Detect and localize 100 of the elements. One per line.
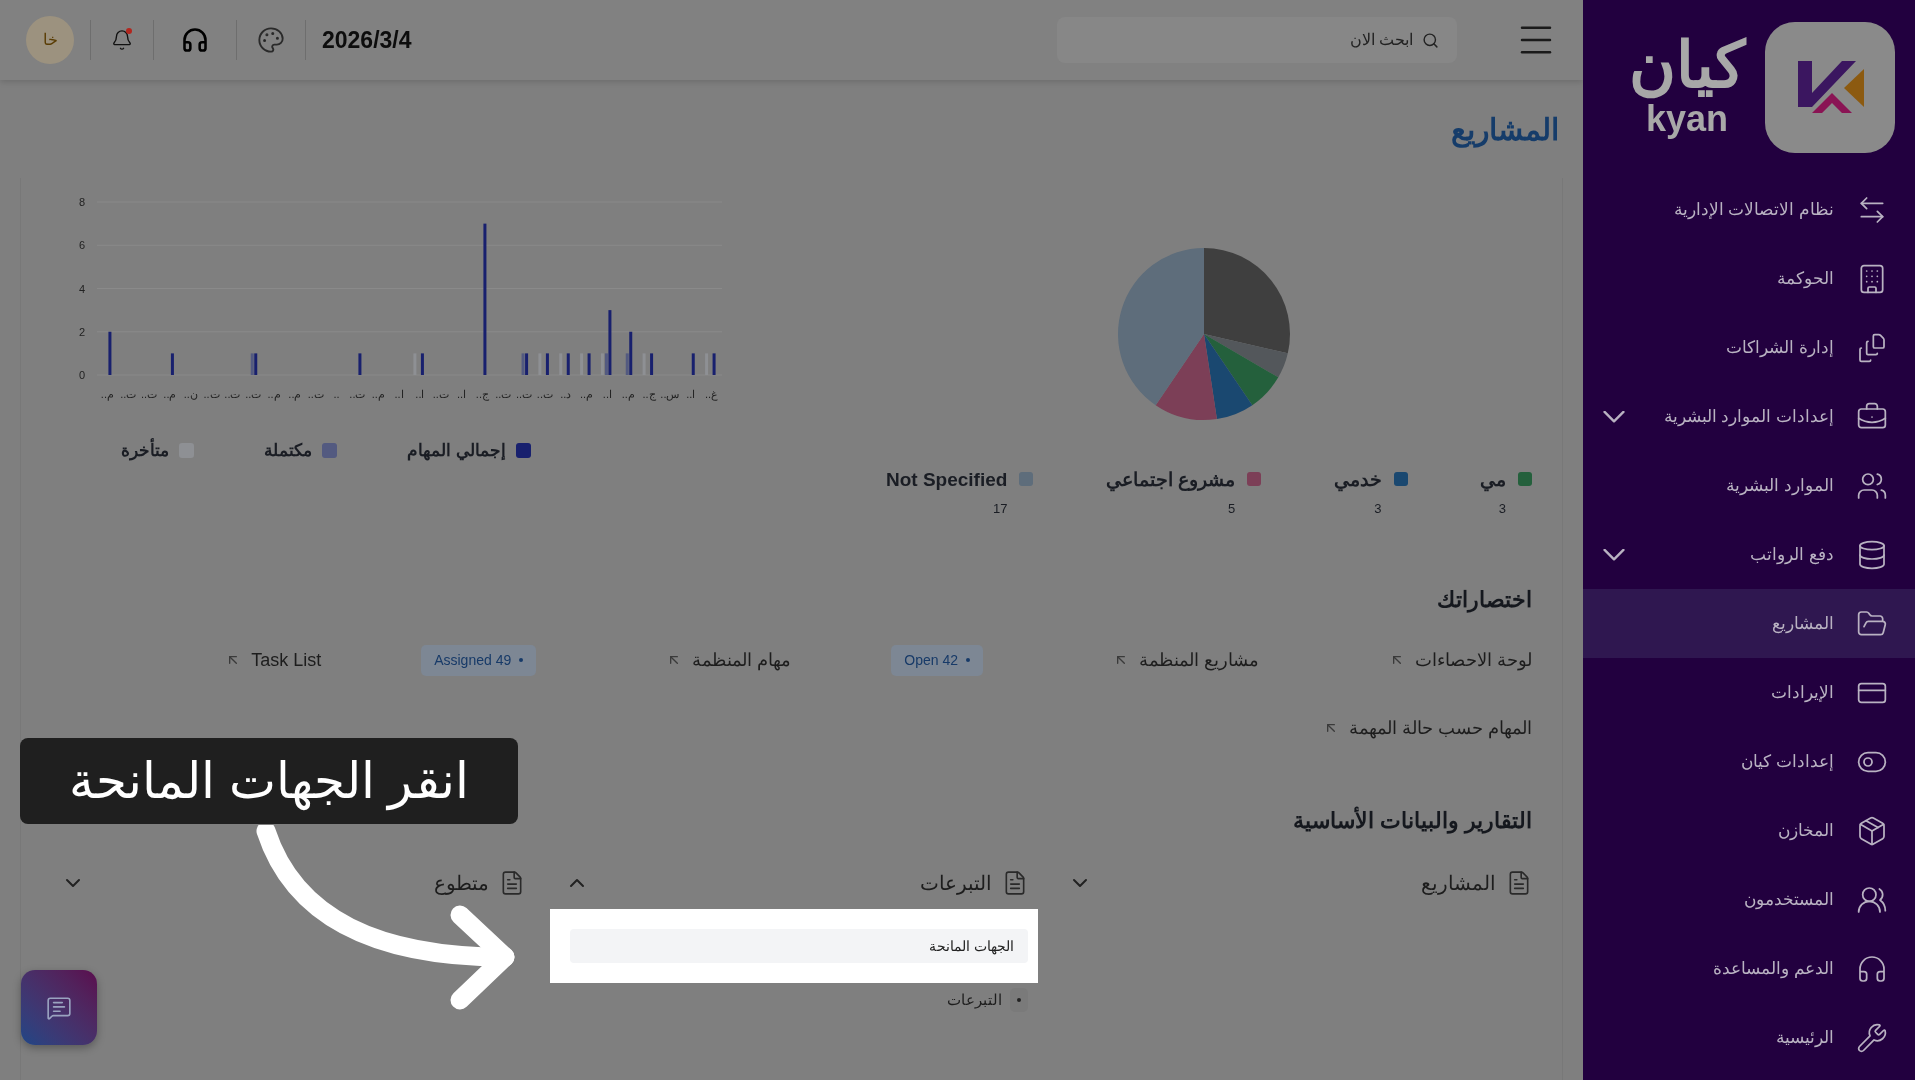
legend-label: خدمي bbox=[1333, 468, 1382, 494]
palette-icon bbox=[257, 26, 285, 54]
axis-label: م.. bbox=[267, 388, 281, 400]
axis-label: م.. bbox=[371, 388, 385, 400]
sidebar-item[interactable]: الدعم والمساعدة bbox=[1583, 934, 1915, 1003]
axis-label: ن.. bbox=[183, 388, 198, 400]
tutorial-callout: انقر الجهات المانحة bbox=[20, 738, 518, 824]
axis-label: م.. bbox=[621, 388, 635, 400]
axis-label: ت.. bbox=[495, 388, 512, 400]
axis-label: ا.. bbox=[457, 388, 467, 400]
axis-label: ا.. bbox=[602, 388, 612, 400]
bullet-icon bbox=[1010, 988, 1029, 1012]
shortcut-link[interactable]: مهام المنظمة bbox=[666, 646, 792, 674]
sidebar-item[interactable]: الموارد البشرية bbox=[1583, 451, 1915, 520]
bar bbox=[358, 353, 362, 375]
axis-label: ا.. bbox=[415, 388, 425, 400]
axis-label: م.. bbox=[288, 388, 302, 400]
search-icon bbox=[1422, 32, 1439, 49]
logo-text: كيان bbox=[1629, 30, 1745, 100]
axis-label: م.. bbox=[163, 388, 177, 400]
axis-label: 0 bbox=[78, 369, 85, 381]
database-icon bbox=[1856, 538, 1888, 571]
sidebar-item[interactable]: الرئيسية bbox=[1583, 1003, 1915, 1072]
document-icon bbox=[1856, 331, 1888, 364]
legend-swatch bbox=[1518, 472, 1532, 486]
axis-label: 6 bbox=[78, 239, 85, 252]
axis-label: د.. bbox=[560, 388, 572, 400]
sidebar-item[interactable]: المشاريع bbox=[1583, 589, 1915, 658]
chevron-down-icon bbox=[1603, 410, 1625, 423]
axis-label: ت.. bbox=[203, 388, 220, 400]
sidebar-item[interactable]: دفع الرواتب bbox=[1583, 520, 1915, 589]
axis-label: ت.. bbox=[349, 388, 366, 400]
page-title: المشاريع bbox=[1451, 111, 1559, 150]
legend-swatch bbox=[322, 443, 337, 459]
legend-swatch bbox=[515, 443, 531, 459]
axis-label: م.. bbox=[100, 388, 114, 400]
axis-label: .. bbox=[333, 388, 340, 400]
status-badge: Open 42 bbox=[891, 644, 983, 676]
sidebar-item[interactable]: المستخدمون bbox=[1583, 865, 1915, 934]
report-group-header[interactable]: التبرعات bbox=[564, 861, 1029, 905]
shortcut-link[interactable]: Task List bbox=[225, 646, 322, 674]
legend-count: 5 bbox=[1226, 499, 1236, 518]
sidebar-item[interactable]: المخازن bbox=[1583, 796, 1915, 865]
legend-label: متأخرة bbox=[121, 438, 169, 464]
bar bbox=[420, 353, 424, 375]
axis-label: 2 bbox=[78, 325, 85, 338]
legend-label: مكتملة bbox=[264, 440, 312, 462]
axis-label: ت.. bbox=[141, 388, 158, 400]
legend-label: مي bbox=[1480, 468, 1506, 494]
bar bbox=[108, 331, 112, 375]
legend-swatch bbox=[1247, 472, 1262, 486]
sidebar-item[interactable]: إعدادات كيان bbox=[1583, 727, 1915, 796]
status-badge: Assigned 49 bbox=[421, 644, 537, 676]
shortcut-link[interactable]: لوحة الاحصاءات bbox=[1389, 646, 1532, 674]
legend-swatch bbox=[1393, 472, 1408, 486]
axis-label: ت.. bbox=[245, 388, 262, 400]
chat-button[interactable] bbox=[21, 970, 97, 1045]
report-group-header[interactable]: المشاريع bbox=[1068, 861, 1532, 905]
legend-count: 3 bbox=[1497, 499, 1506, 518]
axis-label: ت.. bbox=[432, 388, 449, 400]
dropdown-item[interactable]: الجهات المانحة bbox=[569, 929, 1029, 963]
axis-label: ج.. bbox=[475, 388, 489, 400]
report-group-header[interactable]: متطوع bbox=[61, 861, 525, 905]
axis-label: م.. bbox=[580, 388, 594, 400]
axis-label: ت.. bbox=[516, 388, 533, 400]
legend-label: إجمالي المهام bbox=[407, 440, 506, 463]
legend-label: مشروع اجتماعي bbox=[1105, 468, 1236, 494]
current-date: 2026/3/4 bbox=[322, 25, 412, 55]
package-icon bbox=[1856, 814, 1888, 847]
bar bbox=[566, 353, 570, 375]
search-field[interactable]: ابحث الان bbox=[1057, 17, 1457, 63]
sidebar-item[interactable]: نظام الاتصالات الإدارية bbox=[1583, 175, 1915, 244]
bar bbox=[170, 353, 174, 375]
logo-text: kyan bbox=[1645, 100, 1729, 138]
bar bbox=[545, 353, 549, 375]
bar bbox=[650, 353, 654, 375]
shortcut-link[interactable]: المهام حسب حالة المهمة bbox=[1323, 714, 1532, 742]
legend-count: 17 bbox=[991, 499, 1008, 518]
shortcut-link[interactable]: مشاريع المنظمة bbox=[1112, 646, 1259, 674]
axis-label: ت.. bbox=[120, 388, 137, 400]
chat-icon bbox=[46, 994, 72, 1021]
axis-label: ت.. bbox=[536, 388, 553, 400]
sidebar-item[interactable]: الإيرادات bbox=[1583, 658, 1915, 727]
legend-label: Not Specified bbox=[886, 468, 1008, 492]
bar bbox=[587, 353, 591, 375]
sidebar-item[interactable]: إدارة الشراكات bbox=[1583, 313, 1915, 382]
axis-label: ت.. bbox=[307, 388, 324, 400]
sidebar-item[interactable]: الحوكمة bbox=[1583, 244, 1915, 313]
axis-label: غ.. bbox=[705, 388, 719, 400]
headset-icon bbox=[181, 26, 209, 54]
sidebar-item[interactable]: إعدادات الموارد البشرية bbox=[1583, 382, 1915, 451]
section-title: اختصاراتك bbox=[1436, 586, 1532, 615]
dropdown-item[interactable]: التبرعات bbox=[564, 983, 1029, 1017]
axis-label: ا.. bbox=[394, 388, 404, 400]
legend-swatch bbox=[1019, 472, 1034, 486]
axis-label: ج.. bbox=[642, 388, 656, 400]
bar bbox=[712, 353, 716, 375]
bell-icon bbox=[111, 29, 133, 51]
axis-label: 8 bbox=[78, 196, 85, 208]
chevron-down-icon bbox=[1603, 548, 1625, 561]
